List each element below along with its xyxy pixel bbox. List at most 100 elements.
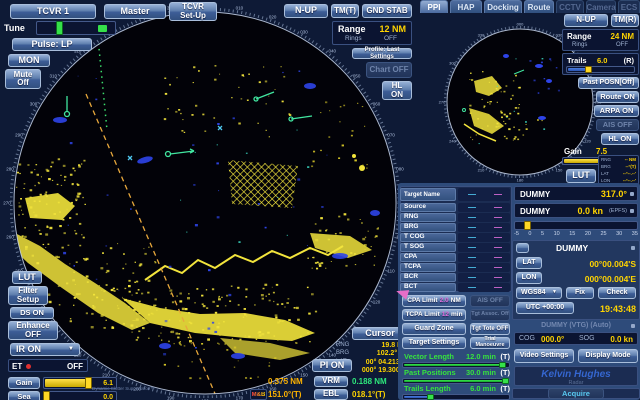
orientation-button[interactable]: N-UP: [284, 4, 328, 18]
datum-dropdown[interactable]: WGS84 ▼: [516, 287, 562, 299]
table-row: Target Name——: [400, 188, 510, 201]
tune-label: Tune: [4, 23, 25, 33]
mon-button[interactable]: MON: [8, 54, 50, 67]
range-value: 12 NM: [379, 24, 406, 34]
speed-source-row[interactable]: DUMMY 0.0 kn (EPFS): [514, 203, 638, 218]
profile-button[interactable]: Profile: Last Settings: [352, 48, 412, 59]
tcvr-setup-button[interactable]: TCVR Set-Up: [169, 2, 217, 21]
position-source-toggle[interactable]: [516, 243, 529, 253]
ebl-button[interactable]: EBL: [314, 389, 348, 400]
mini-orientation-button[interactable]: N-UP: [564, 14, 608, 27]
tab-ecs[interactable]: ECS: [618, 0, 640, 13]
sea-slider[interactable]: 0.0: [43, 391, 117, 400]
tab-camera[interactable]: Camera: [586, 0, 616, 13]
display-mode-button[interactable]: Display Mode: [578, 349, 638, 363]
table-row: CPA——: [400, 253, 510, 262]
clock: 19:43:48: [580, 304, 636, 314]
brand-name: Kelvin Hughes: [515, 369, 637, 380]
sea-label-button: Sea: [8, 391, 40, 400]
mini-arpa-button[interactable]: ARPA ON: [594, 105, 639, 117]
mini-range-value: 24 NM: [610, 32, 634, 41]
mini-motion-button[interactable]: TM(R): [611, 14, 639, 27]
pulse-button[interactable]: Pulse: LP: [12, 38, 92, 51]
cog-value: 000.0°: [541, 335, 564, 344]
filter-setup-button[interactable]: Filter Setup: [8, 286, 48, 305]
et-control[interactable]: ET OFF: [8, 359, 88, 372]
tgt-tote-button[interactable]: Tgt Tote OFF: [470, 323, 510, 335]
speed-value: 0.0 kn: [577, 206, 603, 216]
vrm-value: 0.188 NM: [352, 377, 387, 386]
vtg-header: DUMMY (VTG) (Auto): [514, 322, 638, 329]
tab-route[interactable]: Route: [524, 0, 554, 13]
ebl2-value: 151.0°(T): [268, 390, 301, 399]
lat-value: 00°00.004'S: [512, 259, 636, 269]
table-row: T SOG——: [400, 243, 510, 252]
acquire-button[interactable]: Acquire: [548, 388, 604, 399]
mini-range-box[interactable]: Range 24 NM Rings OFF: [562, 29, 639, 51]
mini-trails-box[interactable]: Trails 6.0 (R): [562, 53, 639, 75]
tcvr-button[interactable]: TCVR 1: [10, 4, 96, 19]
chevron-down-icon: ▼: [552, 290, 557, 295]
vrm-button[interactable]: VRM: [314, 376, 348, 387]
tab-docking[interactable]: Docking: [484, 0, 522, 13]
brand-sub: Radar: [515, 380, 637, 386]
master-button[interactable]: Master: [104, 4, 166, 19]
range-box[interactable]: Range 12 NM Rings OFF: [332, 21, 412, 45]
main-ppi[interactable]: [10, 8, 400, 398]
lon-value: 000°00.004'E: [512, 274, 636, 284]
fix-button[interactable]: Fix: [566, 287, 594, 299]
stabilisation-button[interactable]: GND STAB: [362, 4, 412, 18]
past-positions-slider[interactable]: Past Positions 30.0 min (T): [402, 368, 510, 384]
table-row: TCPA——: [400, 263, 510, 272]
table-row: BCT——: [400, 283, 510, 292]
ds-button[interactable]: DS ON: [10, 307, 54, 319]
ais-button[interactable]: AIS OFF: [470, 295, 510, 307]
check-button[interactable]: Check: [598, 287, 636, 299]
mini-lut-button[interactable]: LUT: [566, 169, 596, 183]
dcs-note: Dynamic Clutter Suppression™: [92, 386, 134, 391]
position-source: DUMMY: [556, 243, 588, 253]
heading-source-row[interactable]: DUMMY 317.0°: [514, 186, 638, 201]
tgt-assoc-button[interactable]: Tgt Assoc. Off: [470, 309, 510, 321]
video-settings-button[interactable]: Video Settings: [514, 349, 574, 363]
et-led: [26, 364, 31, 369]
lut-button[interactable]: LUT: [12, 271, 42, 284]
cog-sog-row: COG 000.0° SOG 0.0 kn: [514, 332, 638, 345]
vector-length-slider[interactable]: Vector Length 12.0 min (T): [402, 352, 510, 368]
tcpa-limit-button[interactable]: TCPA Limit 12 min: [402, 309, 466, 321]
enhance-button[interactable]: Enhance OFF: [8, 321, 58, 340]
tab-cctv[interactable]: CCTV: [556, 0, 584, 13]
pi-button[interactable]: PI ON: [312, 359, 352, 372]
gain-label-button: Gain: [8, 377, 40, 389]
mute-button[interactable]: Mute Off: [5, 69, 41, 89]
chart-button[interactable]: Chart OFF: [366, 62, 412, 78]
table-row: T COG——: [400, 233, 510, 242]
target-settings-button[interactable]: Target Settings: [402, 337, 466, 349]
speed-slider[interactable]: [514, 221, 638, 230]
mini-gain-label: Gain: [564, 147, 582, 156]
trial-manoeuvre-button[interactable]: Trial Manoeuvre: [470, 337, 510, 349]
ir-dropdown[interactable]: IR ON ▼: [10, 343, 80, 356]
hl-button[interactable]: HL ON: [382, 81, 412, 100]
sog-value: 0.0 kn: [610, 335, 633, 344]
chart-hatched-area: [228, 160, 298, 208]
tab-hap[interactable]: HAP: [450, 0, 482, 13]
cpa-limit-button[interactable]: CPA Limit 2.0 NM: [402, 295, 466, 307]
utc-button[interactable]: UTC +00:00: [516, 302, 574, 314]
ebl-value: 018.1°(T): [352, 390, 385, 399]
mini-cursor-info: RNG-- NM BRG--°(T) LAT--°--.--' LON--°--…: [598, 155, 639, 185]
motion-mode-button[interactable]: TM(T): [331, 4, 359, 18]
speed-scale: -505 101520 253035: [514, 231, 638, 237]
mini-route-button[interactable]: Route ON: [596, 91, 639, 103]
past-posn-button[interactable]: Past POSN[Off]: [578, 77, 639, 89]
rings-value: OFF: [384, 35, 397, 42]
trails-length-slider[interactable]: Trails Length 6.0 min (T): [402, 384, 510, 400]
tab-ppi[interactable]: PPI: [420, 0, 448, 13]
mini-ais-button[interactable]: AIS OFF: [596, 119, 639, 131]
mini-hl-button[interactable]: HL ON: [601, 133, 639, 145]
tune-slider[interactable]: [36, 21, 116, 35]
mob-button[interactable]: M&B: [250, 389, 267, 400]
guard-zone-button[interactable]: Guard Zone: [402, 323, 466, 335]
radar-workstation-screen: 0000100200300400500600700800901001101201…: [0, 0, 640, 400]
mini-trails-slider[interactable]: [566, 66, 635, 73]
